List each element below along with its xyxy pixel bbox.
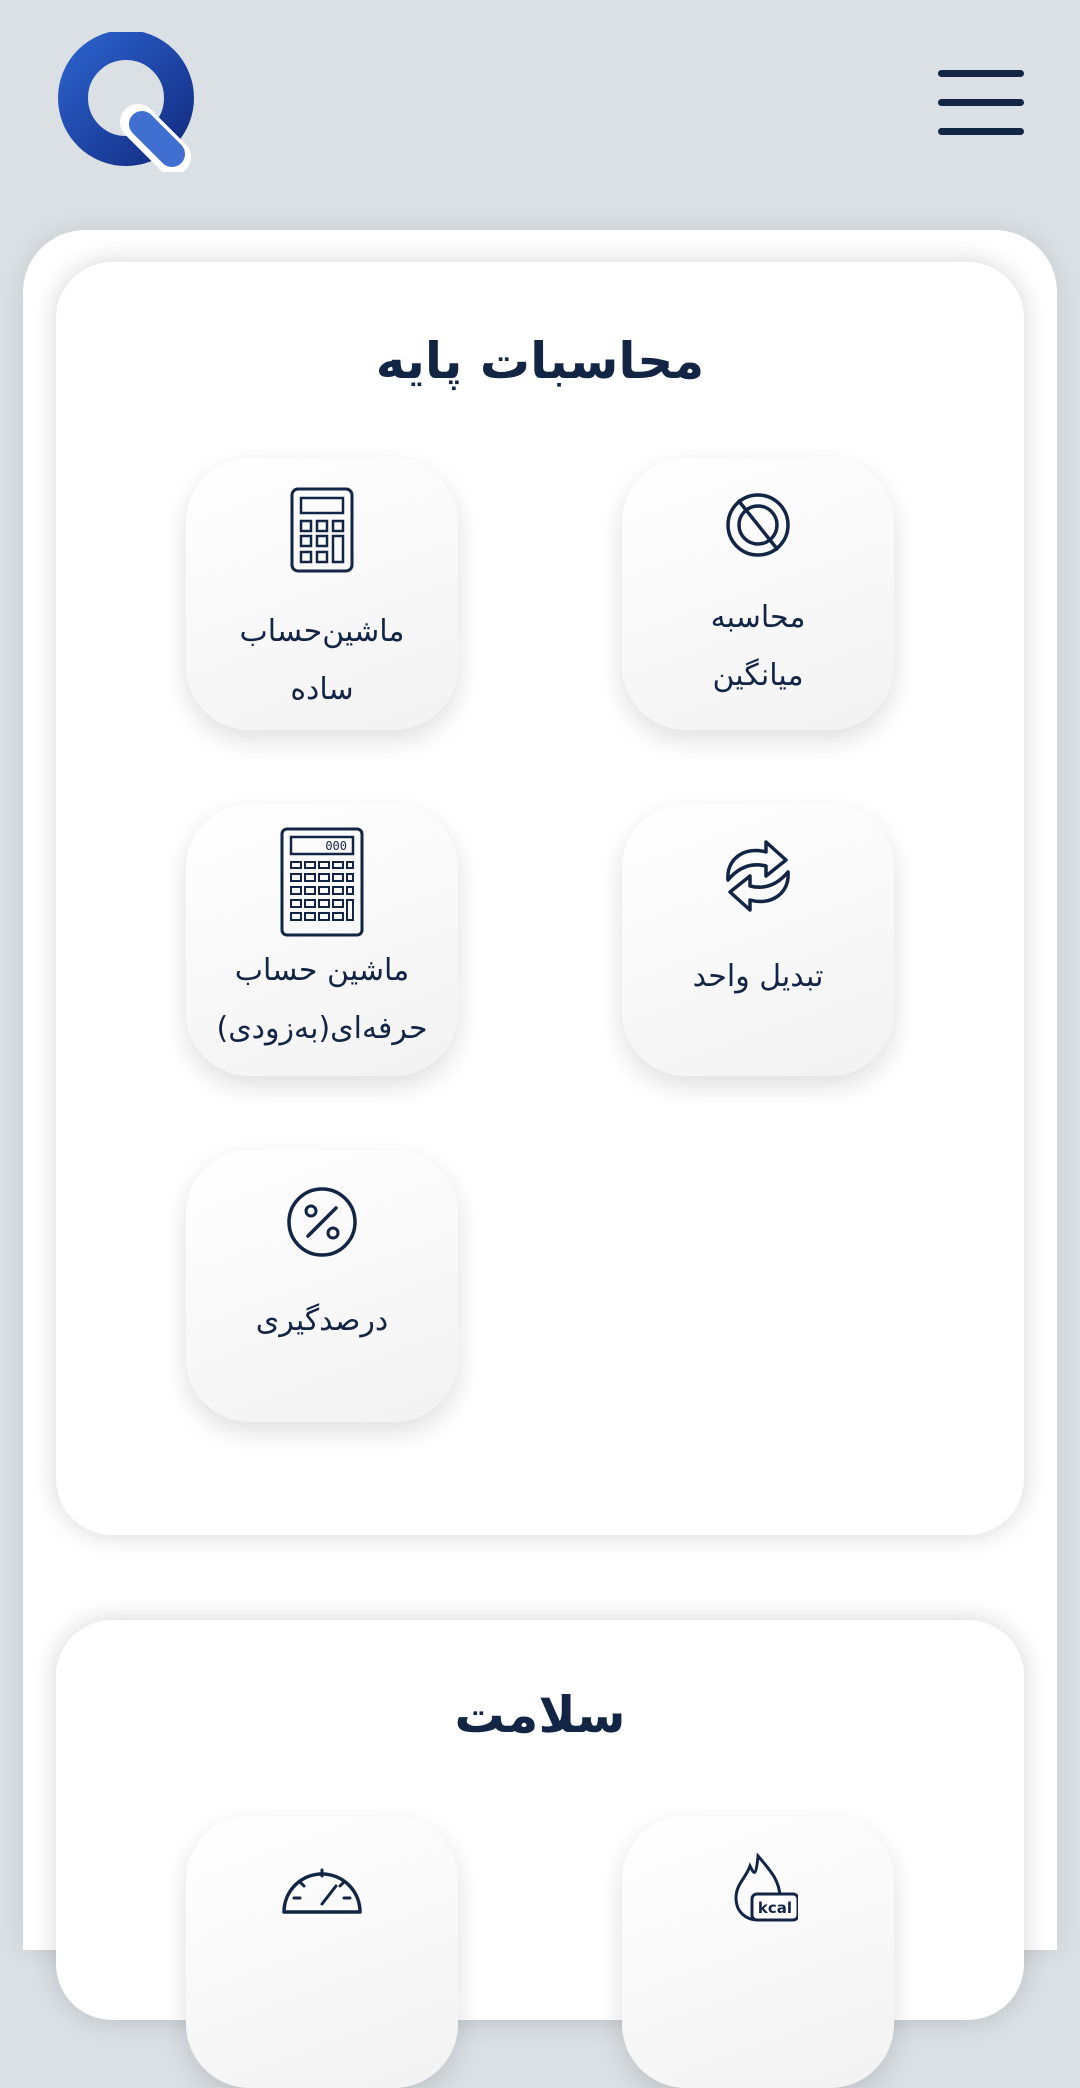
speedometer-tile[interactable] <box>186 1816 458 2088</box>
basic-calculations-section: محاسبات پایه محاسبه میانگین ما <box>56 262 1024 1535</box>
q-logo-icon[interactable] <box>58 30 198 175</box>
calorie-tile[interactable]: kcal <box>622 1816 894 2088</box>
simple-calculator-tile[interactable]: ماشین‌حساب ساده <box>186 458 458 730</box>
percent-icon <box>287 1187 357 1257</box>
section-title: سلامت <box>454 1686 626 1744</box>
scientific-calculator-tile[interactable]: 000 ماشین حساب حرفه‌ای(به‌زودی) <box>186 804 458 1076</box>
tile-label: تبدیل واحد <box>692 959 824 994</box>
unit-conversion-tile[interactable]: تبدیل واحد <box>622 804 894 1076</box>
kcal-flame-icon: kcal <box>734 1852 798 1922</box>
refresh-arrows-icon <box>726 840 790 912</box>
tile-label: ساده <box>290 672 354 707</box>
tile-label: حرفه‌ای(به‌زودی) <box>216 1011 428 1046</box>
tile-label: ماشین حساب <box>234 953 410 988</box>
section-title: محاسبات پایه <box>375 332 705 390</box>
speedometer-icon <box>282 1868 362 1914</box>
no-average-icon <box>726 493 790 557</box>
health-section: سلامت kcal <box>56 1620 1024 2088</box>
hamburger-menu-icon[interactable] <box>938 68 1024 136</box>
tile-label: ماشین‌حساب <box>239 614 405 649</box>
average-calculator-tile[interactable]: محاسبه میانگین <box>622 458 894 730</box>
svg-text:kcal: kcal <box>758 1899 792 1917</box>
tile-label: محاسبه <box>710 600 806 635</box>
header <box>0 0 1080 230</box>
tile-label: میانگین <box>712 658 804 693</box>
tile-label: درصدگیری <box>255 1303 389 1338</box>
percentage-tile[interactable]: درصدگیری <box>186 1150 458 1422</box>
scientific-calculator-icon: 000 <box>280 827 364 937</box>
svg-text:000: 000 <box>325 839 347 853</box>
calculator-icon <box>290 487 354 573</box>
